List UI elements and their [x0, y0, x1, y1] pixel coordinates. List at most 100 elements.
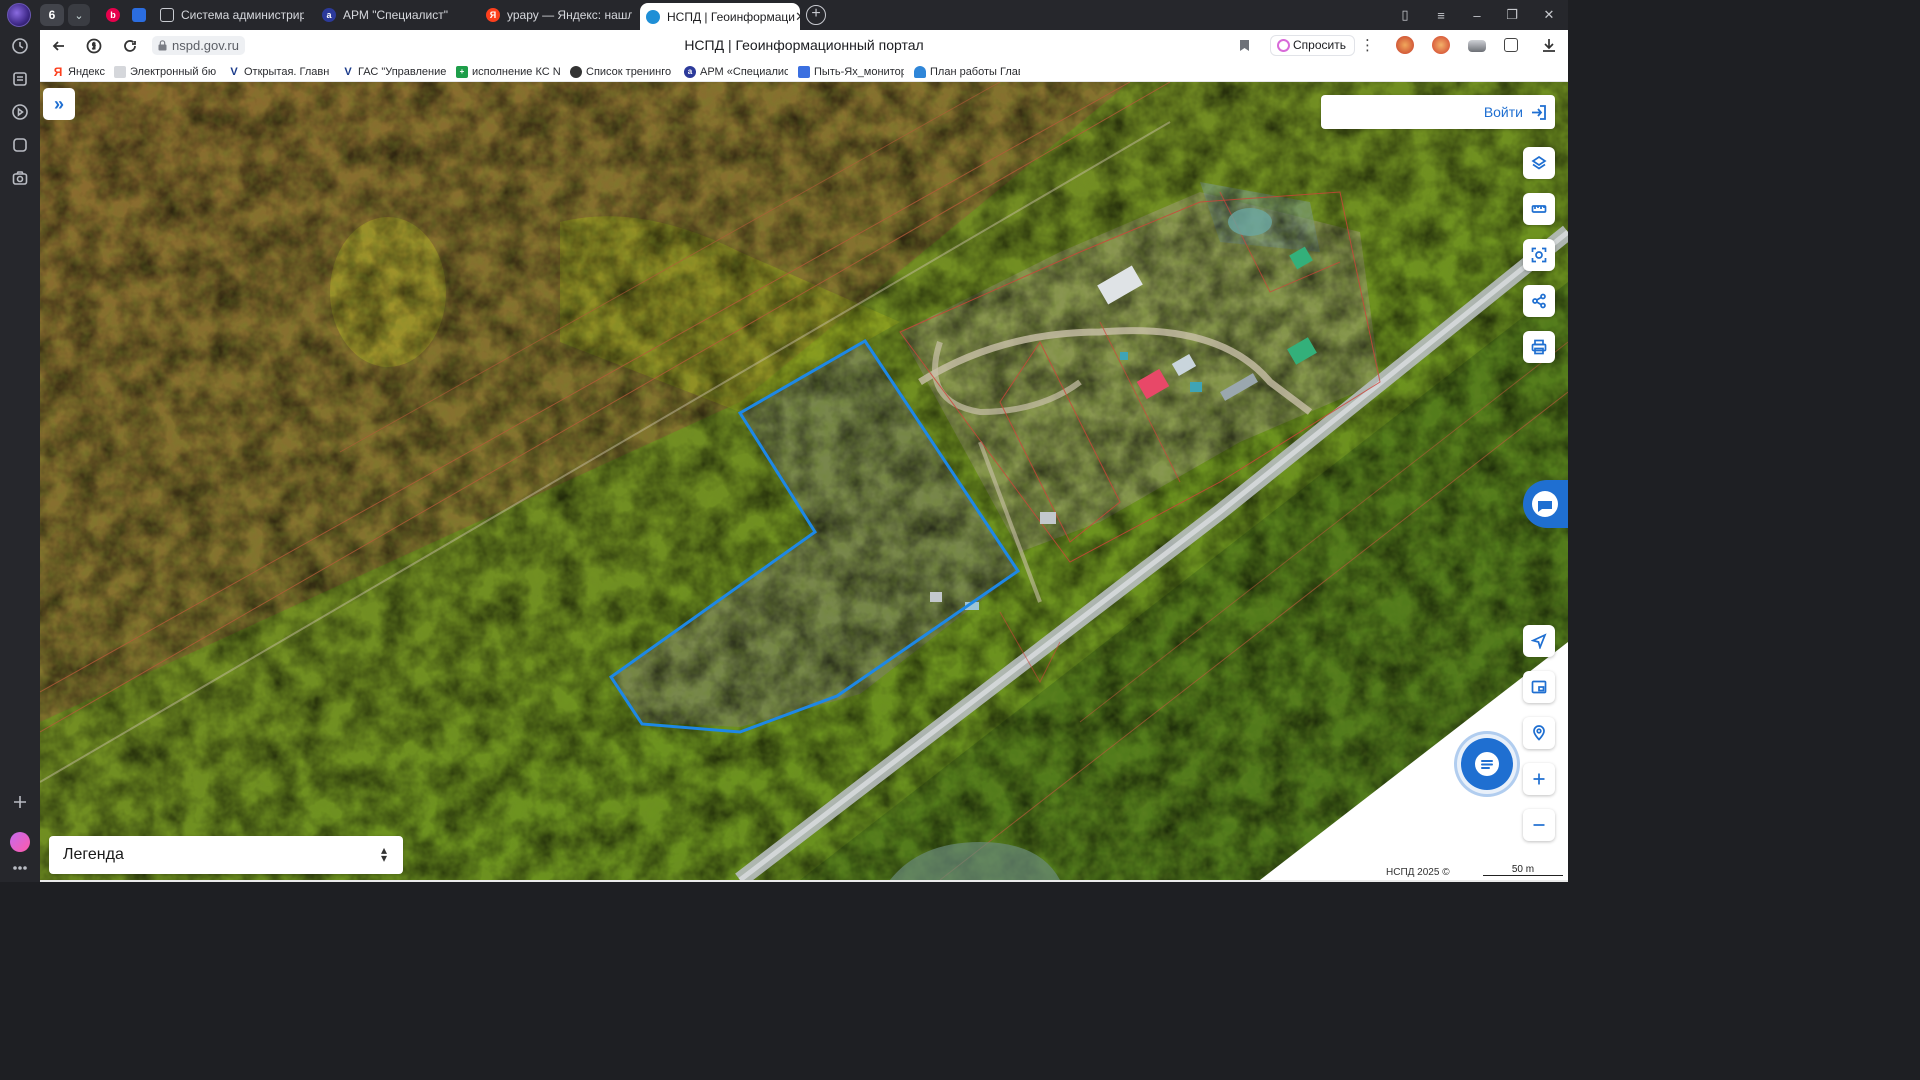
tab-title: АРМ "Специалист" — [343, 8, 449, 22]
extensions-icon[interactable] — [1504, 38, 1518, 52]
expand-sidebar-button[interactable]: » — [43, 88, 75, 120]
cloud-icon — [914, 65, 926, 78]
collections-icon[interactable] — [8, 67, 32, 91]
chat-button[interactable] — [1461, 738, 1513, 790]
bookmark-item[interactable]: V ГАС "Управление — [342, 64, 446, 79]
browser-window: 6 ⌄ b Система администриров a АРМ "Специ… — [0, 0, 1568, 882]
new-tab-button[interactable]: + — [806, 5, 826, 25]
nspd-icon — [646, 9, 660, 24]
overview-map-button[interactable] — [1523, 671, 1555, 703]
bookmark-item[interactable]: Пыть-Ях_монитор — [798, 64, 904, 79]
window-close-icon[interactable]: ✕ — [1540, 6, 1558, 24]
restore-icon[interactable]: ❐ — [1503, 6, 1521, 24]
bookmark-item[interactable]: a АРМ «Специалис — [684, 64, 788, 79]
tab-bar: 6 ⌄ b Система администриров a АРМ "Специ… — [40, 0, 1568, 30]
page-icon — [114, 65, 126, 78]
video-icon[interactable] — [8, 100, 32, 124]
navigate-button[interactable] — [1523, 625, 1555, 657]
chevron-up-down-icon[interactable]: ▴ ▾ — [381, 844, 387, 864]
bookmark-item[interactable]: Список тренинго — [570, 64, 674, 79]
tab-nspd[interactable]: НСПД | Геоинформаци ✕ — [640, 3, 800, 30]
address-bar: nspd.gov.ru НСПД | Геоинформационный пор… — [40, 30, 1568, 61]
downloads-icon[interactable] — [1540, 36, 1558, 54]
zoom-in-button[interactable] — [1523, 763, 1555, 795]
pinned-favicon-icon: b — [106, 8, 120, 22]
legend-panel[interactable]: Легенда ▴ ▾ — [49, 836, 403, 874]
bookmark-label: АРМ «Специалис — [700, 65, 788, 78]
layers-icon — [1531, 155, 1547, 170]
zoom-out-icon — [1533, 824, 1545, 826]
yandex-icon: Я — [52, 64, 64, 79]
bookmark-icon[interactable] — [1239, 39, 1250, 52]
history-icon[interactable] — [8, 34, 32, 58]
bookmark-label: Электронный бю — [130, 65, 217, 78]
tab-arm-specialist[interactable]: a АРМ "Специалист" — [316, 3, 466, 27]
tab-title: Система администриров — [181, 8, 304, 22]
layers-button[interactable] — [1523, 147, 1555, 179]
bookmark-label: Яндекс — [68, 65, 105, 78]
extension-icon-1[interactable] — [1396, 36, 1414, 54]
tab-title: НСПД | Геоинформаци — [667, 9, 795, 24]
bookmark-item[interactable]: План работы Глав — [914, 64, 1020, 79]
tab-counter[interactable]: 6 — [40, 4, 64, 26]
monitor-icon — [132, 8, 146, 22]
assistant-icon — [1532, 491, 1558, 517]
profile-avatar[interactable] — [7, 3, 31, 27]
menu-icon[interactable]: ≡ — [1432, 6, 1450, 24]
screenshot-icon[interactable] — [8, 166, 32, 190]
bookmark-item[interactable]: V Открытая. Главн — [228, 64, 332, 79]
map-viewport[interactable]: » Войти Легенда ▴ ▾ НСПД 2025 © 50 m — [40, 82, 1568, 880]
yandex-home-icon[interactable] — [85, 37, 103, 55]
bookmark-label: Список тренинго — [586, 65, 672, 78]
tab-admin-system[interactable]: Система администриров — [154, 3, 304, 27]
zoom-in-icon — [1533, 773, 1545, 785]
share-icon — [1532, 293, 1546, 309]
tab-count-icon[interactable] — [8, 133, 32, 157]
bookmark-item[interactable]: Электронный бю — [114, 64, 218, 79]
legend-label: Легенда — [63, 846, 124, 863]
minimize-icon[interactable]: – — [1468, 6, 1486, 24]
login-label: Войти — [1483, 104, 1523, 120]
print-button[interactable] — [1523, 331, 1555, 363]
satellite-map[interactable] — [40, 82, 1568, 880]
ask-icon — [1277, 39, 1290, 52]
ruler-button[interactable] — [1523, 193, 1555, 225]
extension-icon-2[interactable] — [1432, 36, 1450, 54]
bookmark-item[interactable]: + исполнение КС N — [456, 64, 560, 79]
map-copyright: НСПД 2025 © — [1386, 867, 1450, 878]
map-scale: 50 m — [1483, 864, 1563, 876]
chat-icon — [1475, 752, 1499, 776]
bookmark-item[interactable]: Я Яндекс — [52, 64, 112, 79]
ask-label: Спросить — [1293, 38, 1346, 52]
helper-assistant-button[interactable] — [1523, 480, 1568, 528]
v-icon: V — [342, 65, 354, 78]
tab-yandex-search[interactable]: Я урару — Яндекс: нашлос — [480, 3, 632, 27]
login-button[interactable]: Войти — [1321, 95, 1555, 129]
url-field[interactable]: nspd.gov.ru — [152, 36, 245, 55]
chevron-down-icon[interactable]: ⌄ — [68, 4, 90, 26]
yandex-icon: Я — [486, 8, 500, 22]
more-options-icon[interactable]: ⋮ — [1360, 36, 1375, 54]
pinned-tab-2[interactable] — [126, 3, 156, 27]
zoom-out-button[interactable] — [1523, 809, 1555, 841]
ask-button[interactable]: Спросить — [1270, 35, 1355, 56]
bookmark-label: исполнение КС N — [472, 65, 560, 78]
add-panel-icon[interactable] — [8, 790, 32, 814]
page-icon — [160, 8, 174, 22]
alice-assistant-icon[interactable] — [10, 832, 30, 852]
overview-icon — [1531, 680, 1547, 694]
extension-icon-3[interactable] — [1468, 40, 1486, 52]
close-icon[interactable]: ✕ — [795, 9, 800, 25]
share-button[interactable] — [1523, 285, 1555, 317]
bookmark-label: ГАС "Управление — [358, 65, 446, 78]
back-icon[interactable] — [50, 37, 68, 55]
reload-icon[interactable] — [121, 37, 139, 55]
docs-icon — [798, 65, 810, 78]
login-icon — [1532, 105, 1546, 120]
bottom-edge — [40, 880, 1568, 882]
locate-button[interactable] — [1523, 717, 1555, 749]
bookmark-panel-icon[interactable]: ▯ — [1396, 6, 1414, 24]
tab-title: урару — Яндекс: нашлос — [507, 8, 632, 22]
more-icon[interactable] — [8, 856, 32, 880]
select-area-button[interactable] — [1523, 239, 1555, 271]
